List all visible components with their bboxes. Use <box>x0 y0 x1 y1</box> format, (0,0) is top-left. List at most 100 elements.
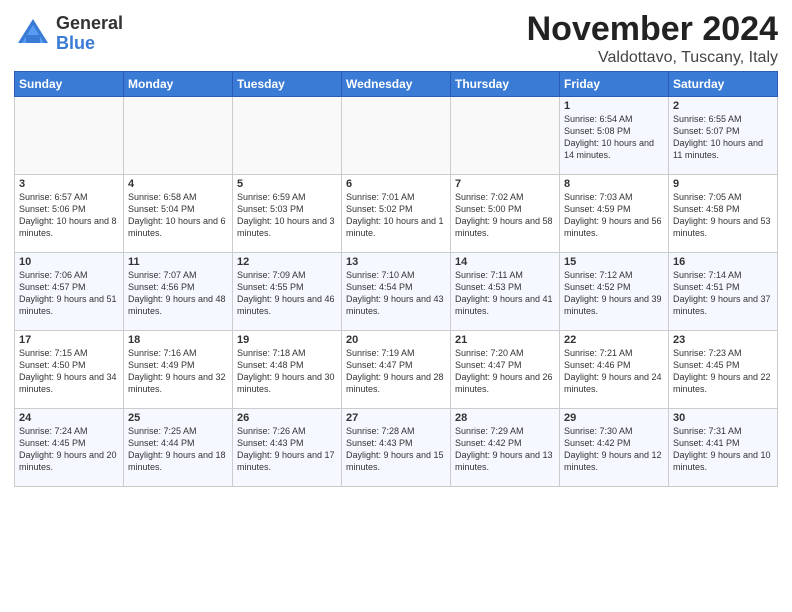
day-info: Sunrise: 7:11 AM Sunset: 4:53 PM Dayligh… <box>455 269 555 318</box>
day-info: Sunrise: 7:03 AM Sunset: 4:59 PM Dayligh… <box>564 191 664 240</box>
day-number: 18 <box>128 334 228 346</box>
day-number: 11 <box>128 256 228 268</box>
day-number: 22 <box>564 334 664 346</box>
week-row-3: 10Sunrise: 7:06 AM Sunset: 4:57 PM Dayli… <box>15 253 778 331</box>
day-info: Sunrise: 7:18 AM Sunset: 4:48 PM Dayligh… <box>237 347 337 396</box>
logo: General Blue <box>14 14 123 54</box>
logo-general: General <box>56 13 123 33</box>
day-number: 17 <box>19 334 119 346</box>
day-info: Sunrise: 6:57 AM Sunset: 5:06 PM Dayligh… <box>19 191 119 240</box>
location-title: Valdottavo, Tuscany, Italy <box>527 49 778 67</box>
day-cell: 15Sunrise: 7:12 AM Sunset: 4:52 PM Dayli… <box>560 253 669 331</box>
col-friday: Friday <box>560 72 669 97</box>
day-number: 29 <box>564 412 664 424</box>
day-cell: 25Sunrise: 7:25 AM Sunset: 4:44 PM Dayli… <box>124 409 233 487</box>
week-row-1: 1Sunrise: 6:54 AM Sunset: 5:08 PM Daylig… <box>15 97 778 175</box>
day-cell <box>233 97 342 175</box>
day-cell: 22Sunrise: 7:21 AM Sunset: 4:46 PM Dayli… <box>560 331 669 409</box>
day-number: 16 <box>673 256 773 268</box>
day-cell: 16Sunrise: 7:14 AM Sunset: 4:51 PM Dayli… <box>669 253 778 331</box>
day-info: Sunrise: 7:20 AM Sunset: 4:47 PM Dayligh… <box>455 347 555 396</box>
title-block: November 2024 Valdottavo, Tuscany, Italy <box>527 10 778 67</box>
day-number: 12 <box>237 256 337 268</box>
day-cell: 2Sunrise: 6:55 AM Sunset: 5:07 PM Daylig… <box>669 97 778 175</box>
day-cell <box>124 97 233 175</box>
day-info: Sunrise: 7:06 AM Sunset: 4:57 PM Dayligh… <box>19 269 119 318</box>
day-info: Sunrise: 7:15 AM Sunset: 4:50 PM Dayligh… <box>19 347 119 396</box>
day-cell: 6Sunrise: 7:01 AM Sunset: 5:02 PM Daylig… <box>342 175 451 253</box>
day-number: 9 <box>673 178 773 190</box>
day-number: 2 <box>673 100 773 112</box>
day-cell: 3Sunrise: 6:57 AM Sunset: 5:06 PM Daylig… <box>15 175 124 253</box>
day-cell <box>451 97 560 175</box>
day-cell: 20Sunrise: 7:19 AM Sunset: 4:47 PM Dayli… <box>342 331 451 409</box>
day-cell <box>15 97 124 175</box>
day-cell: 27Sunrise: 7:28 AM Sunset: 4:43 PM Dayli… <box>342 409 451 487</box>
day-info: Sunrise: 7:26 AM Sunset: 4:43 PM Dayligh… <box>237 425 337 474</box>
col-saturday: Saturday <box>669 72 778 97</box>
day-number: 20 <box>346 334 446 346</box>
day-number: 26 <box>237 412 337 424</box>
day-cell: 13Sunrise: 7:10 AM Sunset: 4:54 PM Dayli… <box>342 253 451 331</box>
day-number: 8 <box>564 178 664 190</box>
day-number: 19 <box>237 334 337 346</box>
month-title: November 2024 <box>527 10 778 49</box>
day-info: Sunrise: 7:16 AM Sunset: 4:49 PM Dayligh… <box>128 347 228 396</box>
day-number: 13 <box>346 256 446 268</box>
day-cell: 1Sunrise: 6:54 AM Sunset: 5:08 PM Daylig… <box>560 97 669 175</box>
day-number: 7 <box>455 178 555 190</box>
day-info: Sunrise: 7:19 AM Sunset: 4:47 PM Dayligh… <box>346 347 446 396</box>
week-row-5: 24Sunrise: 7:24 AM Sunset: 4:45 PM Dayli… <box>15 409 778 487</box>
day-info: Sunrise: 7:24 AM Sunset: 4:45 PM Dayligh… <box>19 425 119 474</box>
col-wednesday: Wednesday <box>342 72 451 97</box>
day-number: 15 <box>564 256 664 268</box>
day-cell: 4Sunrise: 6:58 AM Sunset: 5:04 PM Daylig… <box>124 175 233 253</box>
day-cell: 23Sunrise: 7:23 AM Sunset: 4:45 PM Dayli… <box>669 331 778 409</box>
day-number: 14 <box>455 256 555 268</box>
day-info: Sunrise: 7:12 AM Sunset: 4:52 PM Dayligh… <box>564 269 664 318</box>
day-info: Sunrise: 6:54 AM Sunset: 5:08 PM Dayligh… <box>564 113 664 162</box>
day-info: Sunrise: 7:01 AM Sunset: 5:02 PM Dayligh… <box>346 191 446 240</box>
day-number: 3 <box>19 178 119 190</box>
day-info: Sunrise: 7:21 AM Sunset: 4:46 PM Dayligh… <box>564 347 664 396</box>
day-info: Sunrise: 6:59 AM Sunset: 5:03 PM Dayligh… <box>237 191 337 240</box>
day-cell: 19Sunrise: 7:18 AM Sunset: 4:48 PM Dayli… <box>233 331 342 409</box>
header: General Blue November 2024 Valdottavo, T… <box>14 10 778 67</box>
day-number: 4 <box>128 178 228 190</box>
day-info: Sunrise: 7:23 AM Sunset: 4:45 PM Dayligh… <box>673 347 773 396</box>
day-cell: 21Sunrise: 7:20 AM Sunset: 4:47 PM Dayli… <box>451 331 560 409</box>
day-number: 28 <box>455 412 555 424</box>
day-number: 1 <box>564 100 664 112</box>
day-info: Sunrise: 7:30 AM Sunset: 4:42 PM Dayligh… <box>564 425 664 474</box>
day-cell: 7Sunrise: 7:02 AM Sunset: 5:00 PM Daylig… <box>451 175 560 253</box>
day-info: Sunrise: 7:31 AM Sunset: 4:41 PM Dayligh… <box>673 425 773 474</box>
page-container: General Blue November 2024 Valdottavo, T… <box>0 0 792 493</box>
day-info: Sunrise: 6:55 AM Sunset: 5:07 PM Dayligh… <box>673 113 773 162</box>
day-cell: 5Sunrise: 6:59 AM Sunset: 5:03 PM Daylig… <box>233 175 342 253</box>
logo-blue: Blue <box>56 33 95 53</box>
col-thursday: Thursday <box>451 72 560 97</box>
col-sunday: Sunday <box>15 72 124 97</box>
day-info: Sunrise: 7:29 AM Sunset: 4:42 PM Dayligh… <box>455 425 555 474</box>
day-number: 25 <box>128 412 228 424</box>
day-cell <box>342 97 451 175</box>
day-number: 10 <box>19 256 119 268</box>
day-cell: 14Sunrise: 7:11 AM Sunset: 4:53 PM Dayli… <box>451 253 560 331</box>
logo-icon <box>14 15 52 53</box>
day-info: Sunrise: 6:58 AM Sunset: 5:04 PM Dayligh… <box>128 191 228 240</box>
day-info: Sunrise: 7:07 AM Sunset: 4:56 PM Dayligh… <box>128 269 228 318</box>
day-info: Sunrise: 7:14 AM Sunset: 4:51 PM Dayligh… <box>673 269 773 318</box>
day-number: 23 <box>673 334 773 346</box>
day-number: 6 <box>346 178 446 190</box>
day-info: Sunrise: 7:10 AM Sunset: 4:54 PM Dayligh… <box>346 269 446 318</box>
col-tuesday: Tuesday <box>233 72 342 97</box>
day-cell: 17Sunrise: 7:15 AM Sunset: 4:50 PM Dayli… <box>15 331 124 409</box>
day-info: Sunrise: 7:05 AM Sunset: 4:58 PM Dayligh… <box>673 191 773 240</box>
calendar-table: Sunday Monday Tuesday Wednesday Thursday… <box>14 71 778 487</box>
day-info: Sunrise: 7:25 AM Sunset: 4:44 PM Dayligh… <box>128 425 228 474</box>
day-cell: 11Sunrise: 7:07 AM Sunset: 4:56 PM Dayli… <box>124 253 233 331</box>
logo-text: General Blue <box>56 14 123 54</box>
week-row-4: 17Sunrise: 7:15 AM Sunset: 4:50 PM Dayli… <box>15 331 778 409</box>
day-cell: 10Sunrise: 7:06 AM Sunset: 4:57 PM Dayli… <box>15 253 124 331</box>
day-cell: 30Sunrise: 7:31 AM Sunset: 4:41 PM Dayli… <box>669 409 778 487</box>
